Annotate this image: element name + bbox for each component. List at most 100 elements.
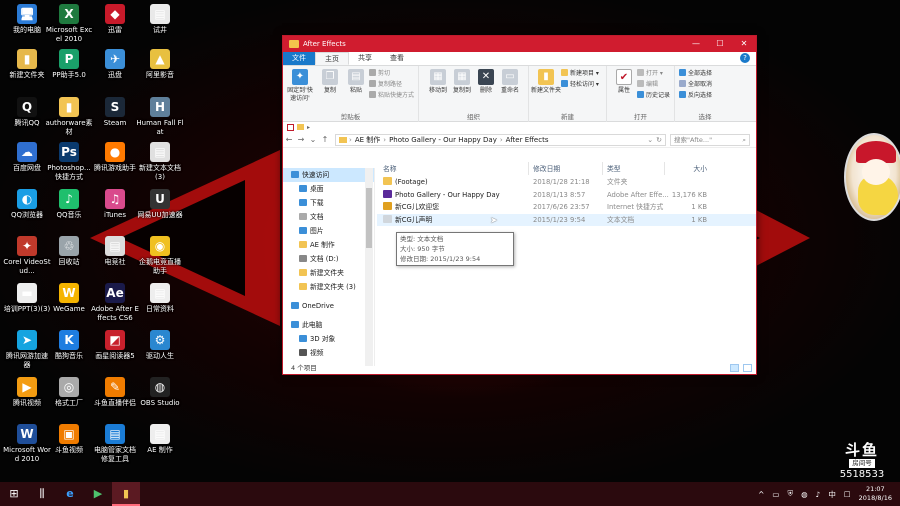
desktop-icon[interactable]: ♲ 回收站 (45, 236, 93, 267)
nav-item[interactable]: 此电脑 (283, 318, 374, 332)
dropdown-icon[interactable]: ▸ (307, 124, 310, 131)
desktop-icon[interactable]: ▮ authorware素材 (45, 97, 93, 137)
details-view-icon[interactable] (729, 364, 739, 372)
desktop-icon[interactable]: W WeGame (45, 283, 93, 314)
rename-button[interactable]: ▭ 重命名 (495, 69, 525, 95)
select-none-button[interactable]: 全部取消 (679, 80, 712, 90)
forward-icon[interactable]: → (295, 135, 307, 144)
desktop-icon[interactable]: U 网易UU加速器 (136, 189, 184, 220)
address-bar[interactable]: › AE 制作 › Photo Gallery - Our Happy Day … (335, 133, 666, 146)
paste-shortcut-button[interactable]: 粘贴快捷方式 (369, 91, 414, 101)
desktop-icon[interactable]: 🖥 我的电脑 (3, 4, 51, 35)
checkbox-icon[interactable] (287, 123, 294, 131)
breadcrumb-photo-gallery[interactable]: Photo Gallery - Our Happy Day (389, 136, 497, 144)
tab-file[interactable]: 文件 (283, 52, 315, 65)
desktop-icon[interactable]: ➤ 腾讯网游加速器 (3, 330, 51, 370)
nav-item[interactable]: AE 制作 (283, 238, 374, 252)
tray-icon[interactable]: ☐ (844, 490, 851, 499)
clock[interactable]: 21:07 2018/8/16 (859, 485, 892, 503)
nav-item[interactable]: 新建文件夹 (3) (283, 280, 374, 294)
title-bar[interactable]: After Effects — ☐ ✕ (283, 36, 756, 52)
task-view-button[interactable]: ⫼ (28, 482, 56, 506)
desktop-icon[interactable]: W Microsoft Word 2010 (3, 424, 51, 464)
desktop-icon[interactable]: ◎ 格式工厂 (45, 377, 93, 408)
desktop-icon[interactable]: P PP助手5.0 (45, 49, 93, 80)
desktop-icon[interactable]: ◍ OBS Studio (136, 377, 184, 408)
desktop-icon[interactable]: S Steam (91, 97, 139, 128)
refresh-icon[interactable]: ↻ (656, 136, 662, 144)
file-row[interactable]: Photo Gallery - Our Happy Day 2018/1/13 8… (377, 189, 756, 202)
nav-item[interactable]: 新建文件夹 (283, 266, 374, 280)
start-button[interactable]: ⊞ (0, 482, 28, 506)
back-icon[interactable]: ← (283, 135, 295, 144)
maximize-button[interactable]: ☐ (708, 36, 732, 52)
desktop-icon[interactable]: ✈ 迅盘 (91, 49, 139, 80)
up-icon[interactable]: ↑ (319, 135, 331, 144)
tab-view[interactable]: 查看 (381, 52, 413, 65)
desktop-icon[interactable]: Ps Photoshop... 快捷方式 (45, 142, 93, 182)
desktop-icon[interactable]: K 酷狗音乐 (45, 330, 93, 361)
file-explorer-icon[interactable]: ▮ (112, 482, 140, 506)
nav-item[interactable]: OneDrive (283, 299, 374, 313)
folder-icon[interactable] (297, 124, 304, 130)
properties-button[interactable]: ✔ 属性 (609, 69, 639, 95)
column-size[interactable]: 大小 (665, 162, 713, 175)
desktop-icon[interactable]: ✦ Corel VideoStud... (3, 236, 51, 276)
tray-icon[interactable]: 中 (828, 489, 836, 500)
tray-icon[interactable]: ◍ (801, 490, 808, 499)
help-icon[interactable]: ? (740, 53, 750, 63)
nav-scrollbar[interactable] (365, 168, 373, 366)
invert-selection-button[interactable]: 反向选择 (679, 91, 712, 101)
desktop-icon[interactable]: ▤ 新建文本文档(3) (136, 142, 184, 182)
nav-item[interactable]: 文档 (D:) (283, 252, 374, 266)
tab-home[interactable]: 主页 (315, 52, 349, 65)
desktop-icon[interactable]: ◩ 画星阅读器5 (91, 330, 139, 361)
search-input[interactable]: 搜索"Afte..." ⌕ (670, 133, 750, 146)
new-item-button[interactable]: 新建项目 ▾ (561, 69, 599, 79)
file-row[interactable]: 新CG儿欢迎您 2017/6/26 23:57 Internet 快捷方式 1 KB (377, 201, 756, 214)
tab-share[interactable]: 共享 (349, 52, 381, 65)
desktop-icon[interactable]: ◆ 迅雷 (91, 4, 139, 35)
desktop-icon[interactable]: ▤ 日常资料 (136, 283, 184, 314)
close-button[interactable]: ✕ (732, 36, 756, 52)
column-type[interactable]: 类型 (603, 162, 665, 175)
history-button[interactable]: 历史记录 (637, 91, 670, 101)
recent-dropdown-icon[interactable]: ⌄ (307, 135, 319, 144)
desktop-icon[interactable]: ▤ 试井 (136, 4, 184, 35)
large-icons-view-icon[interactable] (743, 364, 752, 372)
desktop-icon[interactable]: ▲ 阿里影音 (136, 49, 184, 80)
nav-scrollbar-thumb[interactable] (366, 188, 372, 248)
cut-button[interactable]: 剪切 (369, 69, 390, 79)
nav-item[interactable]: 3D 对象 (283, 332, 374, 346)
copy-path-button[interactable]: 复制路径 (369, 80, 402, 90)
edit-button[interactable]: 编辑 (637, 80, 658, 90)
ie-icon[interactable]: e (56, 482, 84, 506)
desktop-icon[interactable]: Ae Adobe After Effects CS6 (91, 283, 139, 323)
desktop-icon[interactable]: ♫ iTunes (91, 189, 139, 220)
nav-item[interactable]: 快速访问 (283, 168, 374, 182)
breadcrumb-ae[interactable]: AE 制作 (355, 135, 380, 145)
breadcrumb-after-effects[interactable]: After Effects (506, 136, 549, 144)
tray-icon[interactable]: ♪ (816, 490, 821, 499)
nav-item[interactable]: 视频 (283, 346, 374, 360)
file-row[interactable]: (Footage) 2018/1/28 21:18 文件夹 (377, 176, 756, 189)
desktop-icon[interactable]: ▬ 培训PPT(3)(3) (3, 283, 51, 314)
address-dropdown-icon[interactable]: ⌄ (647, 136, 653, 144)
nav-item[interactable]: 图片✱ (283, 224, 374, 238)
tray-icon[interactable]: ⛨ (787, 489, 793, 499)
open-button[interactable]: 打开 ▾ (637, 69, 663, 79)
nav-item[interactable]: 下载✱ (283, 196, 374, 210)
column-name[interactable]: 名称 (377, 162, 529, 175)
easy-access-button[interactable]: 轻松访问 ▾ (561, 80, 599, 90)
desktop-icon[interactable]: ⚙ 驱动人生 (136, 330, 184, 361)
tray-icon[interactable]: ^ (758, 490, 764, 499)
minimize-button[interactable]: — (684, 36, 708, 52)
paste-button[interactable]: ▤ 粘贴 (341, 69, 371, 95)
desktop-icon[interactable]: ☁ 百度网盘 (3, 142, 51, 173)
nav-item[interactable]: 桌面✱ (283, 182, 374, 196)
desktop-icon[interactable]: ▣ 斗鱼视频 (45, 424, 93, 455)
desktop-icon[interactable]: H Human Fall Flat (136, 97, 184, 137)
desktop-icon[interactable]: ◐ QQ浏览器 (3, 189, 51, 220)
desktop-icon[interactable]: ▶ 腾讯视频 (3, 377, 51, 408)
desktop-icon[interactable]: X Microsoft Excel 2010 (45, 4, 93, 44)
